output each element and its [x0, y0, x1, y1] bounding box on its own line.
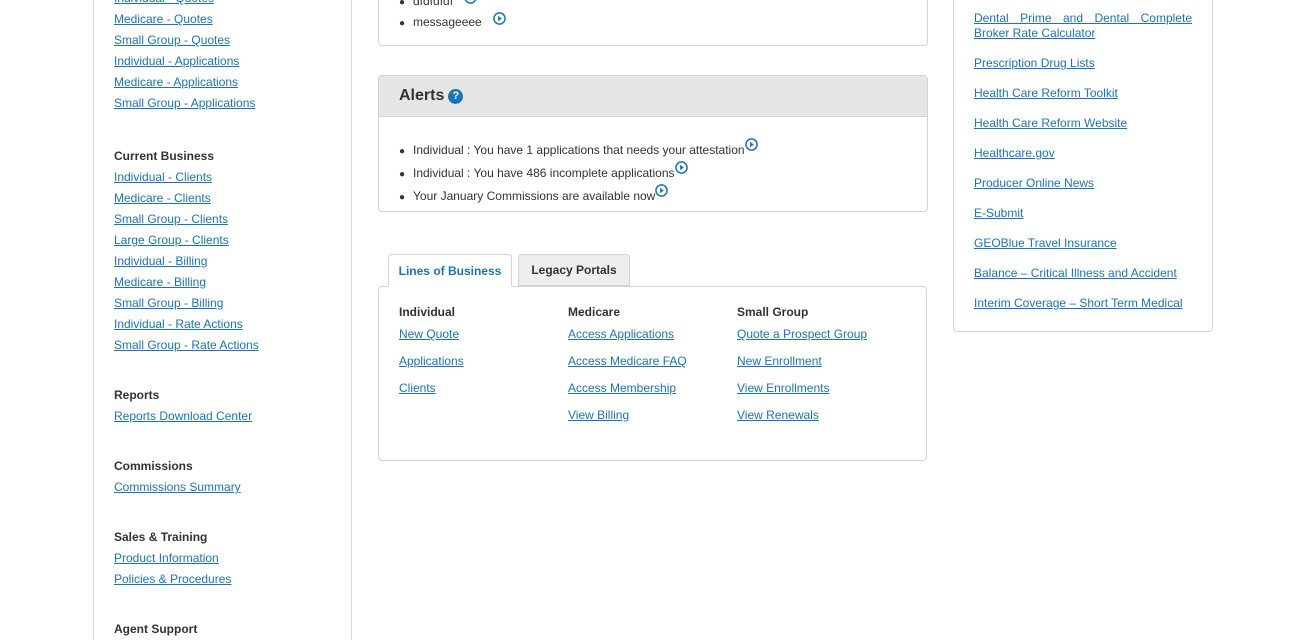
sidebar-current-business-section: Current Business Individual - Clients Me…	[114, 149, 259, 356]
sidebar-link-medicare-applications[interactable]: Medicare - Applications	[114, 72, 255, 93]
lob-link-access-medicare-faq[interactable]: Access Medicare FAQ	[568, 348, 687, 375]
lob-heading-medicare: Medicare	[568, 305, 621, 319]
left-sidebar: Individual - Quotes Medicare - Quotes Sm…	[93, 0, 352, 640]
circle-arrow-icon[interactable]	[493, 12, 506, 25]
sidebar-heading-commissions: Commissions	[114, 459, 193, 473]
list-item: ● Individual : You have 486 incomplete ap…	[399, 161, 758, 184]
help-icon[interactable]: ?	[448, 88, 464, 104]
alert-text: Individual : You have 486 incomplete app…	[413, 166, 675, 180]
sidebar-link-individual-rate-actions[interactable]: Individual - Rate Actions	[114, 314, 259, 335]
lob-heading-small-group: Small Group	[737, 305, 809, 319]
lob-column-individual: Individual New Quote Applications Client…	[399, 305, 464, 402]
lob-link-clients[interactable]: Clients	[399, 375, 464, 402]
resources-links: Dental Prime and Dental Complete Broker …	[974, 11, 1192, 326]
sidebar-link-product-information[interactable]: Product Information	[114, 548, 231, 569]
circle-arrow-icon[interactable]	[655, 184, 669, 197]
sidebar-link-small-group-clients[interactable]: Small Group - Clients	[114, 209, 259, 230]
alert-text: Individual : You have 1 applications tha…	[413, 143, 745, 157]
list-item: ● dfdfdfdf	[399, 0, 506, 12]
sidebar-link-small-group-quotes[interactable]: Small Group - Quotes	[114, 30, 255, 51]
lob-link-new-quote[interactable]: New Quote	[399, 321, 464, 348]
sidebar-reports-section: Reports Reports Download Center	[114, 388, 252, 427]
lob-link-access-membership[interactable]: Access Membership	[568, 375, 687, 402]
lob-link-view-billing[interactable]: View Billing	[568, 402, 687, 429]
sidebar-sales-training-section: Sales & Training Product Information Pol…	[114, 530, 231, 590]
sidebar-link-small-group-billing[interactable]: Small Group - Billing	[114, 293, 259, 314]
lines-of-business-panel: Individual New Quote Applications Client…	[378, 286, 927, 461]
lob-column-small-group: Small Group Quote a Prospect Group New E…	[737, 305, 867, 429]
lob-link-applications[interactable]: Applications	[399, 348, 464, 375]
circle-arrow-icon[interactable]	[464, 0, 477, 4]
bullet-icon: ●	[399, 192, 406, 203]
messages-panel: ● dfdfdfdf ● messageeee	[378, 0, 928, 46]
sidebar-link-individual-quotes[interactable]: Individual - Quotes	[114, 0, 255, 9]
message-text: messageeee	[413, 15, 482, 29]
resource-link-prescription-drug-lists[interactable]: Prescription Drug Lists	[974, 56, 1192, 71]
list-item: ● Your January Commissions are available …	[399, 184, 758, 207]
sidebar-link-large-group-clients[interactable]: Large Group - Clients	[114, 230, 259, 251]
sidebar-link-policies-procedures[interactable]: Policies & Procedures	[114, 569, 231, 590]
sidebar-link-individual-billing[interactable]: Individual - Billing	[114, 251, 259, 272]
lob-link-view-renewals[interactable]: View Renewals	[737, 402, 867, 429]
sidebar-link-reports-download-center[interactable]: Reports Download Center	[114, 406, 252, 427]
sidebar-link-individual-clients[interactable]: Individual - Clients	[114, 167, 259, 188]
resource-link-dental-rate-calculator[interactable]: Dental Prime and Dental Complete Broker …	[974, 11, 1192, 41]
sidebar-heading-sales-training: Sales & Training	[114, 530, 208, 544]
message-text: dfdfdfdf	[413, 0, 454, 8]
bullet-icon: ●	[399, 0, 406, 8]
lob-column-medicare: Medicare Access Applications Access Medi…	[568, 305, 687, 429]
sidebar-link-medicare-billing[interactable]: Medicare - Billing	[114, 272, 259, 293]
alert-text: Your January Commissions are available n…	[413, 189, 656, 203]
bullet-icon: ●	[399, 146, 406, 157]
resource-link-balance-critical-illness[interactable]: Balance – Critical Illness and Accident	[974, 266, 1192, 281]
alerts-panel: Alerts ? ● Individual : You have 1 applic…	[378, 75, 928, 212]
sidebar-heading-agent-support: Agent Support	[114, 622, 198, 636]
sidebar-quotes-section: Individual - Quotes Medicare - Quotes Sm…	[114, 0, 255, 114]
sidebar-heading-current-business: Current Business	[114, 149, 215, 163]
sidebar-commissions-section: Commissions Commissions Summary	[114, 459, 241, 498]
lob-link-view-enrollments[interactable]: View Enrollments	[737, 375, 867, 402]
circle-arrow-icon[interactable]	[744, 138, 758, 151]
resource-link-interim-coverage[interactable]: Interim Coverage – Short Term Medical	[974, 296, 1192, 311]
resource-link-geoblue-travel-insurance[interactable]: GEOBlue Travel Insurance	[974, 236, 1192, 251]
resource-link-health-care-reform-toolkit[interactable]: Health Care Reform Toolkit	[974, 86, 1192, 101]
list-item: ● messageeee	[399, 12, 506, 33]
circle-arrow-icon[interactable]	[674, 161, 688, 174]
messages-list: ● dfdfdfdf ● messageeee	[399, 0, 506, 33]
tab-legacy-portals[interactable]: Legacy Portals	[518, 254, 630, 286]
sidebar-link-individual-applications[interactable]: Individual - Applications	[114, 51, 255, 72]
resource-link-producer-online-news[interactable]: Producer Online News	[974, 176, 1192, 191]
alerts-list: ● Individual : You have 1 applications th…	[399, 138, 758, 207]
sidebar-link-small-group-applications[interactable]: Small Group - Applications	[114, 93, 255, 114]
resource-link-health-care-reform-website[interactable]: Health Care Reform Website	[974, 116, 1192, 131]
sidebar-link-medicare-clients[interactable]: Medicare - Clients	[114, 188, 259, 209]
lob-heading-individual: Individual	[399, 305, 456, 319]
lob-link-new-enrollment[interactable]: New Enrollment	[737, 348, 867, 375]
list-item: ● Individual : You have 1 applications th…	[399, 138, 758, 161]
bullet-icon: ●	[399, 18, 406, 29]
sidebar-link-medicare-quotes[interactable]: Medicare - Quotes	[114, 9, 255, 30]
alerts-title: Alerts	[399, 87, 445, 104]
tab-lines-of-business[interactable]: Lines of Business	[388, 254, 512, 287]
alerts-header: Alerts ?	[379, 76, 927, 117]
resources-panel: Dental Prime and Dental Complete Broker …	[953, 0, 1213, 332]
resource-link-healthcare-gov[interactable]: Healthcare.gov	[974, 146, 1192, 161]
bullet-icon: ●	[399, 169, 406, 180]
lob-link-access-applications[interactable]: Access Applications	[568, 321, 687, 348]
sidebar-heading-reports: Reports	[114, 388, 160, 402]
sidebar-next-section: Agent Support	[114, 622, 197, 640]
resource-link-e-submit[interactable]: E-Submit	[974, 206, 1192, 221]
lob-link-quote-prospect-group[interactable]: Quote a Prospect Group	[737, 321, 867, 348]
sidebar-link-small-group-rate-actions[interactable]: Small Group - Rate Actions	[114, 335, 259, 356]
sidebar-link-commissions-summary[interactable]: Commissions Summary	[114, 477, 241, 498]
